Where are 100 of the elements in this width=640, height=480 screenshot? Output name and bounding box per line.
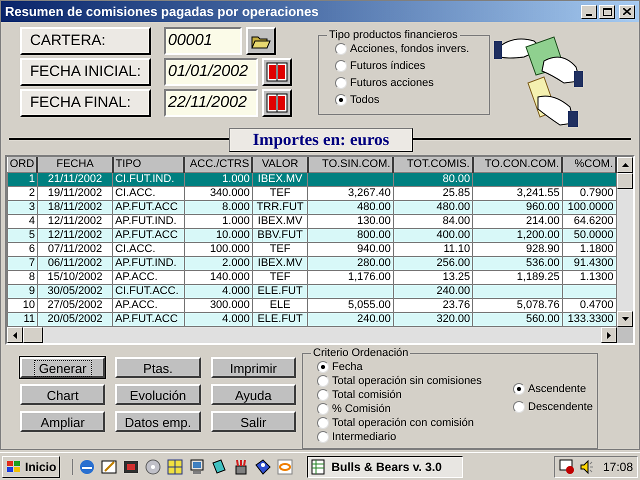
input-field[interactable]: 00001 [164, 27, 242, 56]
column-header[interactable]: TOT.COMIS. [393, 157, 473, 172]
radio-button[interactable] [335, 43, 347, 56]
table-cell: 480.00 [357, 200, 391, 212]
column-header[interactable]: %COM. [562, 157, 616, 172]
notebook-icon[interactable] [211, 458, 228, 474]
radio-button[interactable] [317, 417, 329, 429]
radio-button[interactable] [317, 403, 329, 415]
option-label: Ascendente [528, 382, 586, 396]
action-button[interactable]: Imprimir [210, 357, 296, 378]
taskbar-window-button[interactable]: Bulls & Bears v. 3.0 [307, 456, 464, 478]
action-button[interactable]: Chart [20, 384, 106, 405]
table-row[interactable]: 2 19/11/2002 CI.ACC. 340.000 TEF 3,267.40 25.85 3,241.55 0.7900 [8, 186, 616, 200]
action-button[interactable]: Datos emp. [115, 411, 201, 432]
radio-button[interactable] [317, 431, 329, 443]
table-cell: 100.0000 [568, 200, 614, 212]
table-row[interactable]: 9 30/05/2002 CI.FUT.ACC. 4.000 ELE.FUT 240.00 [8, 284, 616, 298]
table-cell: AP.FUT.ACC [115, 228, 178, 240]
scheduler-icon[interactable] [558, 458, 575, 474]
table-cell: 1,176.00 [348, 270, 391, 282]
table-cell: 06/11/2002 [48, 256, 102, 268]
table-row[interactable]: 6 07/11/2002 CI.ACC. 100.000 TEF 940.00 11.10 928.90 1.1800 [8, 242, 616, 256]
table-cell: CI.ACC. [115, 186, 156, 198]
film-icon[interactable] [123, 458, 140, 474]
radio-button[interactable] [317, 389, 329, 401]
column-header[interactable]: TO.SIN.COM. [308, 157, 394, 172]
table-cell: 133.3300 [568, 312, 614, 324]
minimize-button[interactable] [581, 4, 597, 19]
table-cell: 23.76 [442, 298, 470, 310]
table-cell: ELE.FUT [257, 284, 303, 296]
action-button[interactable]: Ptas. [115, 357, 201, 378]
table-cell: 10 [22, 298, 35, 310]
radio-button[interactable] [317, 375, 329, 387]
table-row[interactable]: 4 12/11/2002 AP.FUT.IND. 1.000 IBEX.MV 130.00 84.00 214.00 64.6200 [8, 214, 616, 228]
field-label: FECHA FINAL: [20, 89, 151, 118]
column-header[interactable]: ACC./CTRS [184, 157, 252, 172]
scroll-up-button[interactable] [617, 157, 633, 173]
vertical-scrollbar[interactable] [617, 157, 633, 327]
action-button[interactable]: Salir [210, 411, 296, 432]
table-row[interactable]: 8 15/10/2002 AP.ACC. 140.000 TEF 1,176.00 13.25 1,189.25 1.1300 [8, 270, 616, 284]
up-arrow-icon [622, 163, 628, 167]
action-button[interactable]: Ampliar [20, 411, 106, 432]
horizontal-scrollbar[interactable] [7, 327, 617, 343]
table-row[interactable]: 10 27/05/2002 AP.ACC. 300.000 ELE 5,055.00 23.76 5,078.76 0.4700 [8, 298, 616, 312]
open-folder-button[interactable] [246, 27, 276, 56]
disc-icon[interactable] [145, 458, 162, 474]
radio-button[interactable] [513, 401, 525, 413]
table-row[interactable]: 7 06/11/2002 AP.FUT.IND. 2.000 IBEX.MV 280.00 256.00 536.00 91.4300 [8, 256, 616, 270]
maximize-button[interactable] [599, 4, 615, 19]
monitor-icon[interactable] [189, 458, 206, 474]
input-field[interactable]: 22/11/2002 [164, 89, 258, 118]
action-button[interactable]: Ayuda [210, 384, 296, 405]
column-header[interactable]: ORD [8, 157, 38, 172]
scroll-thumb[interactable] [617, 173, 633, 189]
radio-button[interactable] [335, 60, 347, 72]
radio-button[interactable] [513, 383, 525, 395]
radio-button[interactable] [317, 361, 329, 373]
table-row[interactable]: 3 18/11/2002 AP.FUT.ACC 8.000 TRR.FUT 480.00 480.00 960.00 100.0000 [8, 200, 616, 214]
table-row[interactable]: 11 20/05/2002 AP.FUT.ACC 4.000 ELE.FUT 240.00 320.00 560.00 133.3300 [8, 312, 616, 326]
pencil-icon[interactable] [101, 458, 118, 474]
action-button[interactable]: Evolución [115, 384, 201, 405]
grid-icon[interactable] [167, 458, 184, 474]
table-cell: CI.ACC. [115, 242, 156, 254]
calendar-button[interactable] [262, 58, 292, 86]
scroll-down-button[interactable] [617, 311, 633, 327]
table-row[interactable]: 1 21/11/2002 CI.FUT.IND. 1.000 IBEX.MV 80.00 [8, 172, 616, 186]
scroll-thumb[interactable] [23, 327, 43, 343]
table-cell: 4 [28, 214, 35, 226]
close-button[interactable] [619, 4, 635, 19]
column-header[interactable]: VALOR [252, 157, 308, 172]
table-cell: TEF [270, 242, 290, 254]
table-cell: 84.00 [442, 214, 470, 226]
table-row[interactable]: 5 12/11/2002 AP.FUT.ACC 10.000 BBV.FUT 800.00 400.00 1,200.00 50.0000 [8, 228, 616, 242]
input-field[interactable]: 01/01/2002 [164, 58, 258, 86]
calendar-icon [266, 61, 288, 84]
table-cell: BBV.FUT [257, 228, 303, 240]
table-cell: 11.10 [443, 242, 470, 254]
column-header[interactable]: TIPO [112, 157, 184, 172]
table-cell: 27/05/2002 [47, 298, 103, 310]
spreadsheet-icon [311, 458, 328, 474]
window-title: Resumen de comisiones pagadas por operaciones [5, 2, 319, 21]
scroll-right-button[interactable] [601, 327, 617, 343]
radio-button[interactable] [335, 94, 347, 106]
ring-icon[interactable] [277, 458, 294, 474]
scroll-left-button[interactable] [7, 327, 23, 343]
action-button[interactable]: Generar [20, 357, 106, 378]
calendar-button[interactable] [262, 89, 292, 118]
option-label: Total operación sin comisiones [332, 374, 482, 388]
radio-button[interactable] [335, 77, 347, 90]
tag-icon[interactable] [255, 458, 272, 474]
table-cell: 4.000 [222, 284, 250, 296]
table-cell: ELE.FUT [257, 312, 303, 324]
speaker-icon[interactable] [578, 458, 595, 474]
column-header[interactable]: TO.CON.COM. [472, 157, 562, 172]
start-button[interactable]: Inicio [2, 456, 60, 478]
column-header[interactable]: FECHA [37, 157, 113, 172]
pencil-cup-icon[interactable] [233, 458, 250, 474]
option-label: Futuros acciones [350, 76, 434, 90]
table-cell: 50.0000 [574, 228, 614, 240]
table-cell: AP.ACC. [115, 270, 158, 282]
